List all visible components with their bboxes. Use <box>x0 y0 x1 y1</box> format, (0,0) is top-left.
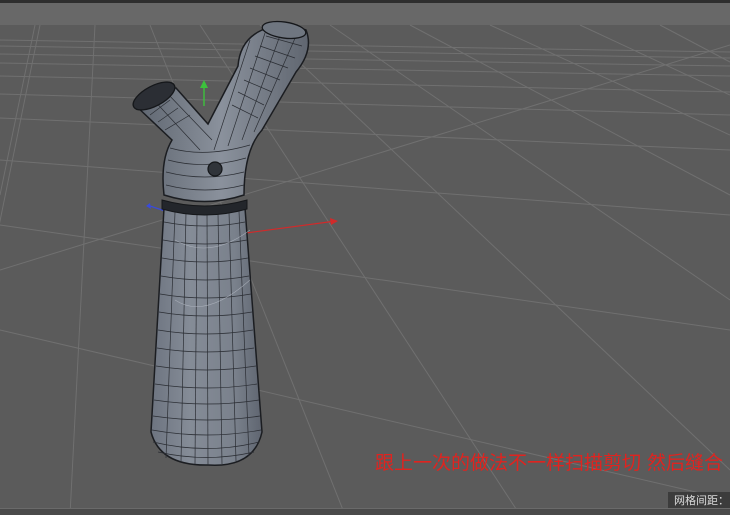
red-annotation-text: 跟上一次的做法不一样扫描剪切 然后缝合 <box>375 452 724 474</box>
fork-junction[interactable] <box>129 19 310 203</box>
x-axis-line <box>245 220 337 234</box>
z-axis-gizmo-icon[interactable] <box>146 203 151 209</box>
grid-spacing-label: 网格间距： <box>668 492 730 509</box>
handle-body[interactable] <box>150 199 263 466</box>
viewport-bottom-bar <box>0 508 730 515</box>
ground-grid <box>0 24 730 515</box>
3d-viewport[interactable]: 跟上一次的做法不一样扫描剪切 然后缝合 网格间距： <box>0 0 730 515</box>
object-pivot <box>207 161 223 177</box>
viewport-scene[interactable] <box>0 0 730 515</box>
y-axis-gizmo-icon[interactable] <box>200 80 208 88</box>
x-axis-gizmo-icon[interactable] <box>330 218 338 225</box>
